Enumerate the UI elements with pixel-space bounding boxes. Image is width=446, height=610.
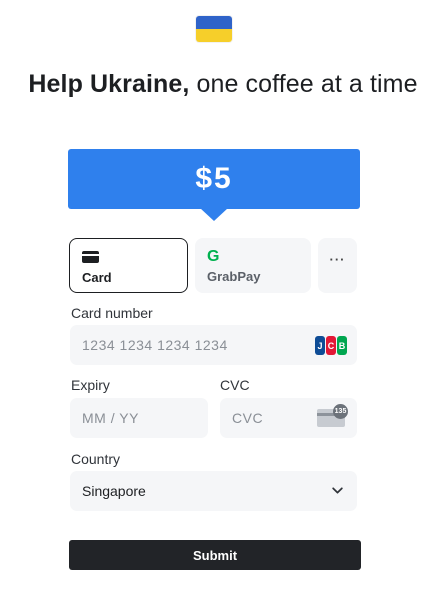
amount-banner: $5 bbox=[68, 149, 360, 209]
country-select-value: Singapore bbox=[82, 483, 146, 499]
page-title-rest: one coffee at a time bbox=[189, 70, 418, 98]
tab-grabpay-label: GrabPay bbox=[207, 269, 261, 284]
payment-method-tabs: Card G GrabPay ··· bbox=[69, 238, 359, 294]
card-number-label: Card number bbox=[71, 305, 153, 321]
amount-label: $5 bbox=[195, 162, 233, 195]
expiry-input[interactable] bbox=[70, 398, 208, 438]
tab-card[interactable]: Card bbox=[69, 238, 188, 293]
page-title-bold: Help Ukraine, bbox=[28, 70, 190, 98]
amount-banner-pointer bbox=[200, 208, 228, 221]
tab-grabpay[interactable]: G GrabPay bbox=[195, 238, 311, 293]
more-methods-button[interactable]: ··· bbox=[318, 238, 357, 293]
more-icon: ··· bbox=[329, 252, 346, 267]
cvc-label: CVC bbox=[220, 377, 250, 393]
ukraine-flag-icon bbox=[196, 16, 232, 42]
country-label: Country bbox=[71, 451, 121, 467]
page-title: Help Ukraine, one coffee at a time bbox=[0, 70, 446, 99]
credit-card-icon bbox=[82, 251, 99, 263]
expiry-field bbox=[70, 398, 208, 438]
tab-card-label: Card bbox=[82, 270, 112, 285]
country-select[interactable]: Singapore bbox=[70, 471, 357, 511]
submit-button[interactable]: Submit bbox=[69, 540, 361, 570]
jcb-icon: JCB bbox=[315, 336, 347, 355]
grabpay-icon: G bbox=[207, 248, 220, 265]
cvc-badge: 135 bbox=[333, 404, 348, 419]
expiry-label: Expiry bbox=[71, 377, 110, 393]
cvc-field: 135 bbox=[220, 398, 357, 438]
flag-top-stripe bbox=[196, 16, 232, 29]
chevron-down-icon bbox=[332, 487, 343, 494]
card-number-field: JCB bbox=[70, 325, 357, 365]
flag-bottom-stripe bbox=[196, 29, 232, 42]
card-number-input[interactable] bbox=[70, 325, 357, 365]
